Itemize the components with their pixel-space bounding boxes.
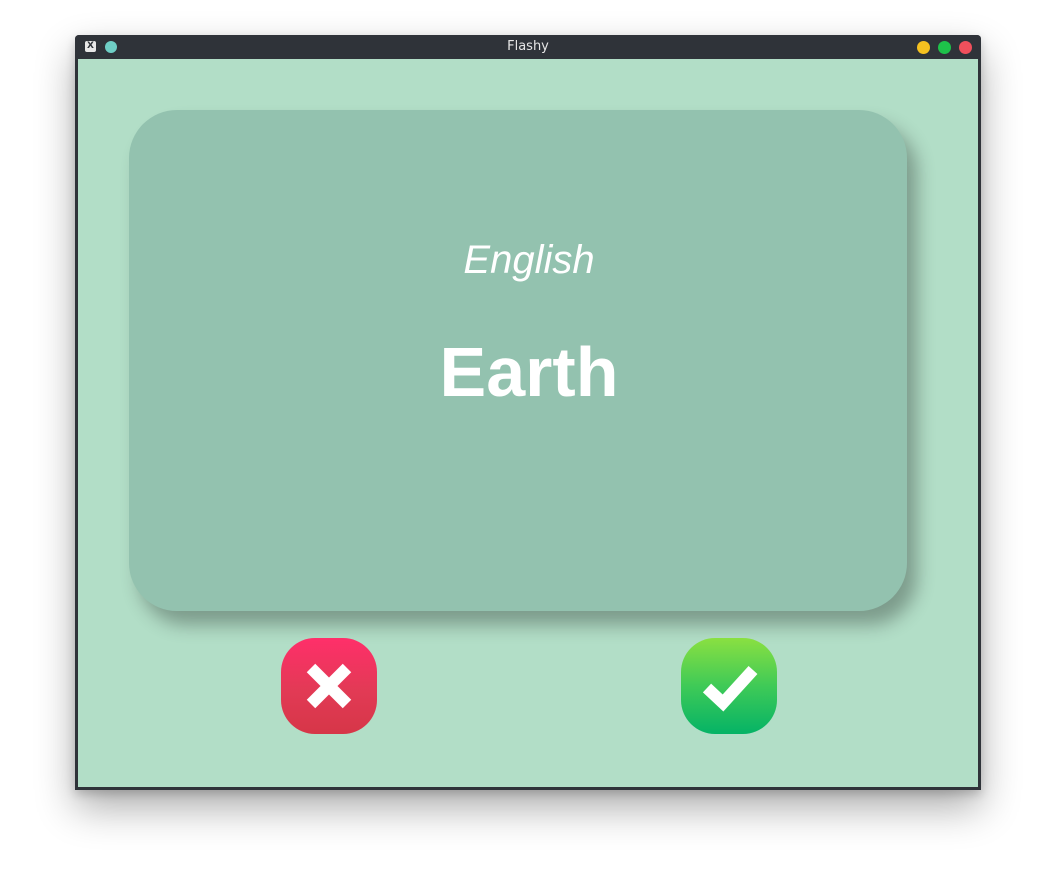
wrong-button[interactable]: [281, 638, 377, 734]
card-word: Earth: [439, 333, 619, 411]
close-button[interactable]: [959, 41, 972, 54]
maximize-button[interactable]: [938, 41, 951, 54]
checkmark-icon: [702, 665, 758, 712]
correct-button[interactable]: [681, 638, 777, 734]
window-title: Flashy: [507, 39, 549, 54]
main-content: English Earth: [78, 59, 978, 787]
card-language-label: English: [463, 238, 595, 282]
minimize-button[interactable]: [917, 41, 930, 54]
flash-card[interactable]: English Earth: [129, 110, 907, 611]
app-window: X Flashy English Earth: [75, 35, 981, 790]
close-x-icon: [306, 663, 352, 709]
title-bar[interactable]: X Flashy: [75, 35, 981, 59]
